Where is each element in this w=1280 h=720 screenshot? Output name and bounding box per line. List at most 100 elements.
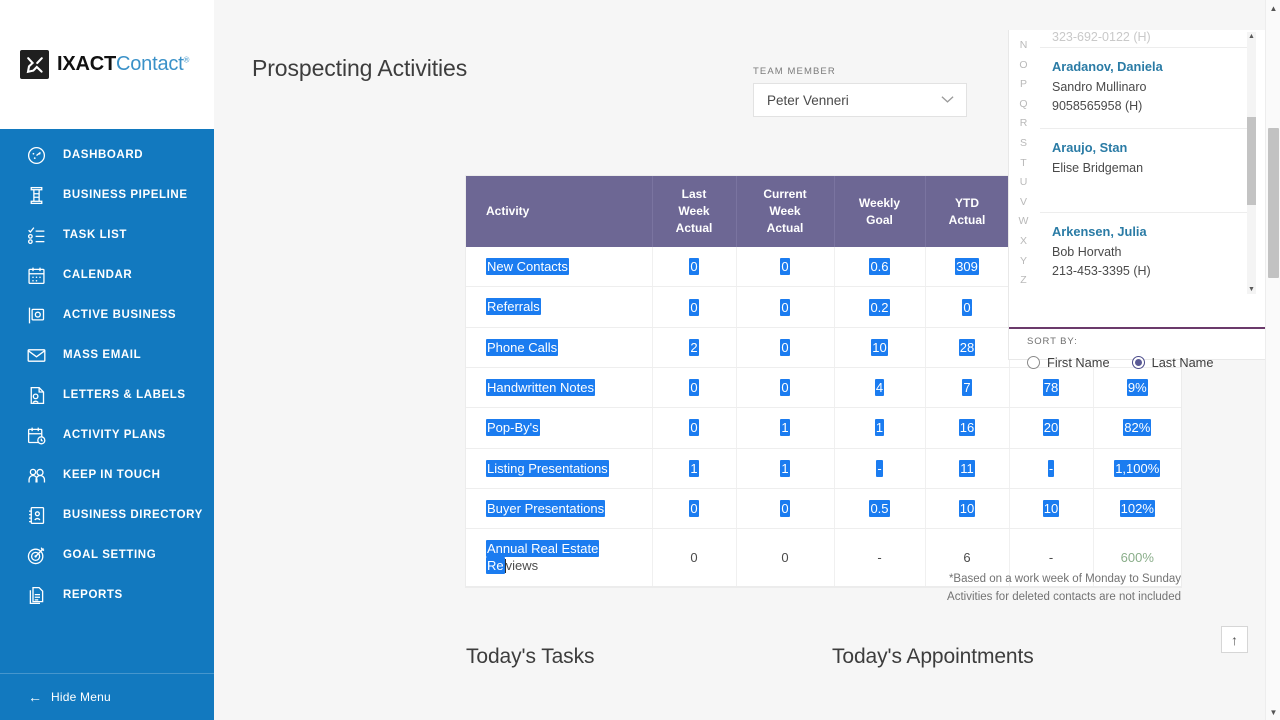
calendar-clock-icon	[24, 423, 48, 447]
sidebar-item-label: GOAL SETTING	[63, 549, 157, 561]
table-row: Pop-By's 0 1 1 16 20 82%	[466, 407, 1181, 449]
contact-secondary-name: Bob Horvath	[1052, 245, 1122, 259]
alpha-letter[interactable]: V	[1018, 197, 1030, 208]
sidebar-item-mass-email[interactable]: MASS EMAIL	[0, 335, 214, 375]
sidebar-item-business-pipeline[interactable]: BUSINESS PIPELINE	[0, 175, 214, 215]
cell-ytd-to-goal: 9%	[1093, 367, 1181, 409]
sort-option-first-name[interactable]: First Name	[1027, 355, 1110, 370]
sidebar-item-dashboard[interactable]: DASHBOARD	[0, 135, 214, 175]
sidebar-item-task-list[interactable]: TASK LIST	[0, 215, 214, 255]
cell-ytd-actual: 10	[925, 488, 1010, 530]
browser-scrollbar[interactable]: ▲ ▼	[1265, 0, 1280, 720]
cell-ytd-actual: 0	[925, 286, 1010, 328]
alpha-letter[interactable]: P	[1018, 79, 1030, 90]
sidebar-item-active-business[interactable]: ACTIVE BUSINESS	[0, 295, 214, 335]
envelope-icon	[24, 343, 48, 367]
alpha-letter[interactable]: X	[1018, 236, 1030, 247]
cell-weekly-goal: 4	[834, 367, 926, 409]
contact-list[interactable]: 323-692-0122 (H) Aradanov, Daniela Sandr…	[1040, 30, 1250, 292]
alpha-letter[interactable]: T	[1018, 158, 1030, 169]
cell-current-week: 0	[736, 327, 835, 368]
sort-option-label: First Name	[1047, 355, 1110, 370]
scroll-up-arrow-icon[interactable]: ▲	[1247, 32, 1256, 41]
radio-button-unselected-icon[interactable]	[1027, 356, 1040, 369]
hide-menu-label: Hide Menu	[51, 690, 111, 704]
contact-name[interactable]: Aradanov, Daniela	[1052, 59, 1250, 74]
cell-last-week: 0	[652, 367, 737, 409]
cell-activity: Pop-By's	[466, 407, 653, 449]
alpha-letter[interactable]: Q	[1018, 99, 1030, 110]
sidebar-item-keep-in-touch[interactable]: KEEP IN TOUCH	[0, 455, 214, 495]
sidebar-item-letters-labels[interactable]: LETTERS & LABELS	[0, 375, 214, 415]
sidebar-item-business-directory[interactable]: BUSINESS DIRECTORY	[0, 495, 214, 535]
alpha-letter[interactable]: R	[1018, 118, 1030, 129]
sidebar-item-label: REPORTS	[63, 589, 123, 601]
todays-tasks-heading: Today's Tasks	[466, 645, 595, 668]
cell-ytd-actual: 309	[925, 247, 1010, 288]
sidebar-item-label: TASK LIST	[63, 229, 127, 241]
pipeline-icon	[24, 183, 48, 207]
column-header-weekly-goal[interactable]: Weekly Goal	[834, 176, 926, 248]
list-item[interactable]: Arkensen, Julia Bob Horvath 213-453-3395…	[1040, 213, 1250, 292]
team-member-select[interactable]: Peter Venneri	[753, 83, 967, 117]
alpha-letter[interactable]: W	[1018, 216, 1030, 227]
cell-ytd-goal: 10	[1009, 488, 1094, 530]
sort-by-label: SORT BY:	[1027, 336, 1078, 347]
cell-activity: Buyer Presentations	[466, 488, 653, 530]
cell-current-week: 0	[736, 247, 835, 288]
scrollbar-thumb[interactable]	[1247, 117, 1256, 205]
browser-scrollbar-thumb[interactable]	[1268, 128, 1279, 278]
cell-ytd-actual: 16	[925, 407, 1010, 449]
brand-name-bold: IXACT	[57, 53, 117, 75]
sidebar-item-activity-plans[interactable]: ACTIVITY PLANS	[0, 415, 214, 455]
alpha-letter[interactable]: N	[1018, 40, 1030, 51]
target-icon	[24, 543, 48, 567]
column-header-ytd-actual[interactable]: YTD Actual	[925, 176, 1010, 248]
contact-phone: 9058565958 (H)	[1052, 99, 1143, 113]
alpha-letter[interactable]: Y	[1018, 256, 1030, 267]
table-footnote: *Based on a work week of Monday to Sunda…	[466, 571, 1181, 607]
sort-by-block: SORT BY: First Name Last Name	[1009, 336, 1267, 370]
sidebar-item-label: DASHBOARD	[63, 149, 144, 161]
contact-name[interactable]: Araujo, Stan	[1052, 140, 1250, 155]
cell-last-week: 0	[652, 247, 737, 288]
brand-logo[interactable]: IXACTContact®	[0, 0, 214, 129]
alpha-letter[interactable]: O	[1018, 60, 1030, 71]
cell-current-week: 0	[736, 488, 835, 530]
alpha-letter[interactable]: U	[1018, 177, 1030, 188]
footnote-line-1: *Based on a work week of Monday to Sunda…	[948, 573, 1181, 585]
alpha-letter[interactable]: S	[1018, 138, 1030, 149]
column-header-activity[interactable]: Activity	[466, 176, 653, 248]
browser-scroll-down-icon[interactable]: ▼	[1266, 704, 1280, 720]
cell-weekly-goal: 0.2	[834, 286, 926, 328]
contact-secondary-name: Elise Bridgeman	[1052, 161, 1144, 175]
contact-secondary-name: Sandro Mullinaro	[1052, 80, 1147, 94]
arrow-up-icon: ↑	[1231, 631, 1238, 648]
column-header-current-week-actual[interactable]: Current Week Actual	[736, 176, 835, 248]
list-item[interactable]: Aradanov, Daniela Sandro Mullinaro 90585…	[1040, 48, 1250, 129]
sidebar-item-label: MASS EMAIL	[63, 349, 142, 361]
sidebar-item-goal-setting[interactable]: GOAL SETTING	[0, 535, 214, 575]
sort-by-options: First Name Last Name	[1027, 355, 1249, 370]
sidebar-item-reports[interactable]: REPORTS	[0, 575, 214, 615]
scroll-down-arrow-icon[interactable]: ▼	[1247, 285, 1256, 294]
hide-menu-button[interactable]: ← Hide Menu	[0, 673, 214, 720]
browser-scroll-up-icon[interactable]: ▲	[1266, 0, 1280, 16]
scroll-to-top-button[interactable]: ↑	[1221, 626, 1248, 653]
cell-last-week: 1	[652, 448, 737, 489]
contact-list-scrollbar[interactable]: ▲ ▼	[1247, 32, 1256, 294]
sidebar-item-calendar[interactable]: CALENDAR	[0, 255, 214, 295]
list-item[interactable]: Araujo, Stan Elise Bridgeman	[1040, 129, 1250, 213]
contact-name[interactable]: Arkensen, Julia	[1052, 224, 1250, 239]
address-book-icon	[24, 503, 48, 527]
cell-current-week: 1	[736, 407, 835, 449]
sidebar-item-label: ACTIVE BUSINESS	[63, 309, 177, 321]
column-header-last-week-actual[interactable]: Last Week Actual	[652, 176, 737, 248]
sort-option-last-name[interactable]: Last Name	[1131, 355, 1213, 370]
radio-button-selected-icon[interactable]	[1131, 356, 1145, 369]
cell-activity: Referrals	[466, 286, 653, 328]
cell-last-week: 0	[652, 407, 737, 449]
alpha-letter[interactable]: Z	[1018, 275, 1030, 286]
people-icon	[24, 463, 48, 487]
cell-activity: Handwritten Notes	[466, 367, 653, 409]
